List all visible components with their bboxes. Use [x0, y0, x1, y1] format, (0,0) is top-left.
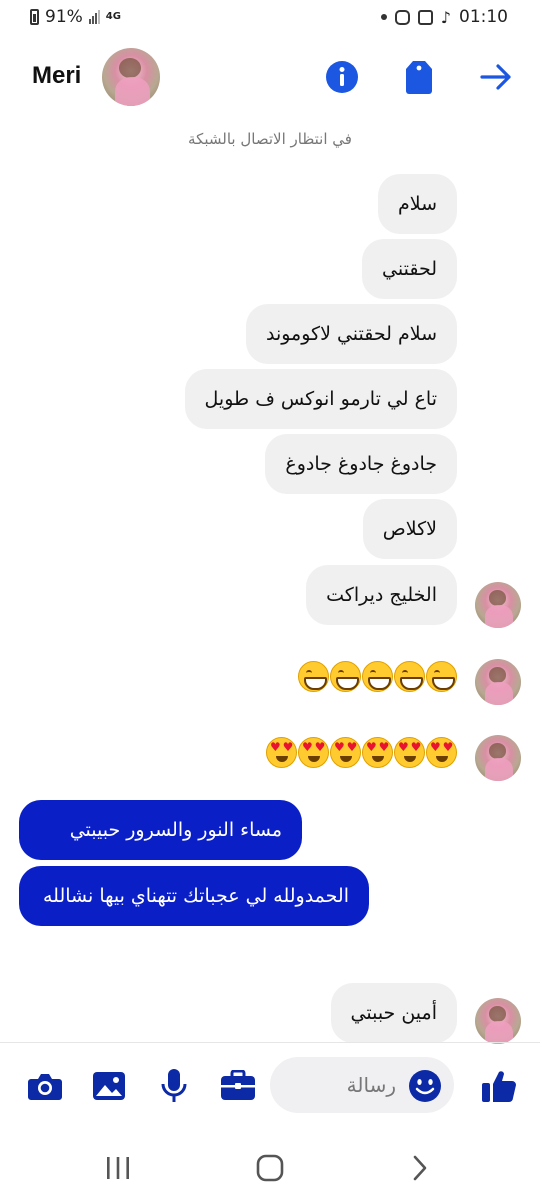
- emoji-button[interactable]: [405, 1066, 445, 1106]
- forward-arrow-icon: [480, 64, 511, 90]
- network-type: 4G: [105, 11, 121, 22]
- briefcase-icon: [221, 1070, 255, 1100]
- forward-button[interactable]: [476, 57, 516, 97]
- outgoing-message[interactable]: الحمدولله لي عجباتك تتهناي بيها نشالله: [19, 866, 369, 926]
- battery-level: 91%: [45, 7, 83, 27]
- tag-icon: [406, 61, 432, 94]
- recents-button[interactable]: [98, 1150, 138, 1186]
- grinning-face-emoji: [298, 661, 329, 692]
- incoming-message[interactable]: لحقتني: [362, 239, 457, 299]
- like-button[interactable]: [479, 1066, 519, 1106]
- grinning-face-emoji: [426, 661, 457, 692]
- sender-avatar[interactable]: [475, 659, 521, 705]
- back-button[interactable]: [400, 1150, 440, 1186]
- voice-button[interactable]: [154, 1066, 194, 1106]
- heart-eyes-emoji: [330, 737, 361, 768]
- notification-dot-icon: [380, 14, 387, 20]
- emoji-message[interactable]: [265, 737, 457, 768]
- tiktok-icon: ♪: [440, 7, 451, 27]
- sender-avatar[interactable]: [475, 735, 521, 781]
- incoming-message[interactable]: جادوغ جادوغ جادوغ: [265, 434, 457, 494]
- clock: 01:10: [459, 7, 508, 27]
- emoji-message[interactable]: [297, 661, 457, 692]
- outgoing-message[interactable]: مساء النور والسرور حبيبتي: [19, 800, 302, 860]
- home-button[interactable]: [250, 1150, 290, 1186]
- info-icon: [326, 61, 358, 93]
- contact-name[interactable]: Meri: [32, 62, 81, 90]
- heart-eyes-emoji: [426, 737, 457, 768]
- heart-eyes-emoji: [266, 737, 297, 768]
- contact-avatar[interactable]: [102, 48, 160, 106]
- sender-avatar[interactable]: [475, 582, 521, 628]
- signal-icon: [88, 10, 100, 24]
- grinning-face-emoji: [330, 661, 361, 692]
- connection-status: في انتظار الاتصال بالشبكة: [188, 130, 352, 148]
- incoming-message[interactable]: سلام: [377, 174, 457, 234]
- message-composer: [0, 1042, 540, 1132]
- heart-eyes-emoji: [298, 737, 329, 768]
- status-bar: 91% 4G ♪ 01:10: [0, 0, 540, 34]
- grinning-face-emoji: [394, 661, 425, 692]
- tag-button[interactable]: [399, 57, 439, 97]
- incoming-message[interactable]: أمين حببتي: [330, 983, 457, 1043]
- system-navigation-bar: [0, 1132, 540, 1204]
- thumbs-up-icon: [482, 1071, 516, 1102]
- battery-icon: [30, 9, 39, 25]
- back-chevron-icon: [413, 1155, 427, 1181]
- briefcase-button[interactable]: [218, 1066, 258, 1106]
- conversation-header: Meri: [0, 40, 540, 120]
- gallery-icon: [417, 9, 433, 25]
- instagram-icon: [394, 9, 410, 25]
- incoming-message[interactable]: لاكلاص: [362, 499, 457, 559]
- camera-button[interactable]: [25, 1066, 65, 1106]
- gallery-button[interactable]: [89, 1066, 129, 1106]
- home-icon: [256, 1154, 284, 1182]
- info-button[interactable]: [322, 57, 362, 97]
- microphone-icon: [161, 1069, 187, 1102]
- incoming-message[interactable]: سلام لحقتني لاكوموند: [245, 304, 457, 364]
- grinning-face-emoji: [362, 661, 393, 692]
- incoming-message[interactable]: الخليج ديراكت: [306, 565, 457, 625]
- image-icon: [93, 1072, 125, 1100]
- sender-avatar[interactable]: [475, 998, 521, 1044]
- recents-icon: [107, 1157, 129, 1179]
- emoji-icon: [409, 1070, 441, 1102]
- heart-eyes-emoji: [362, 737, 393, 768]
- camera-icon: [28, 1074, 62, 1100]
- heart-eyes-emoji: [394, 737, 425, 768]
- incoming-message[interactable]: تاع لي تارمو انوكس ف طويل: [184, 369, 457, 429]
